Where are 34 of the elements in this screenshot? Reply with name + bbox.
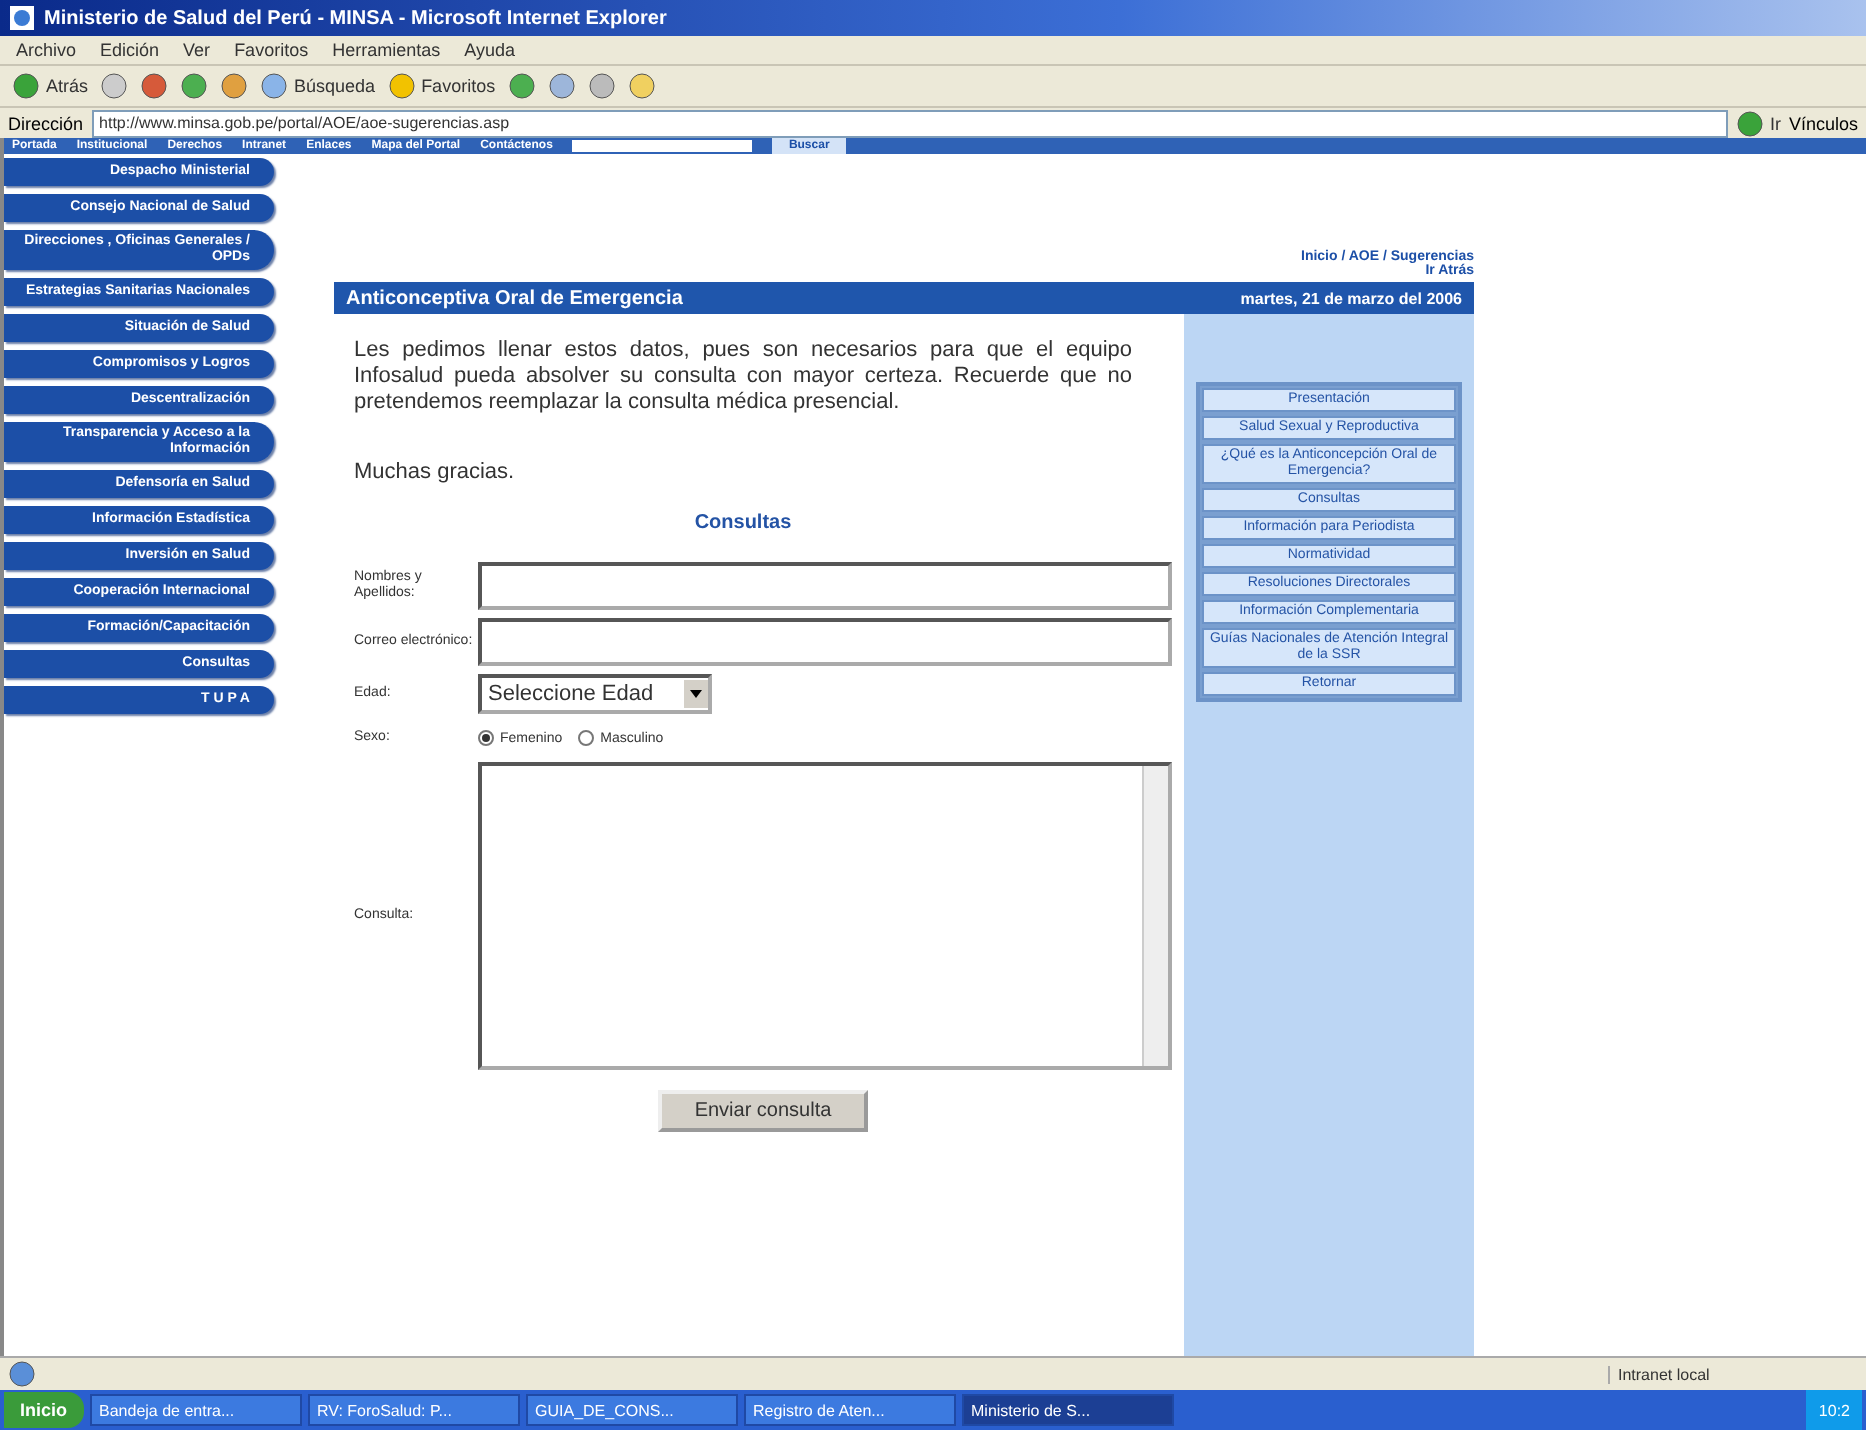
menu-item[interactable]: Favoritos [234, 40, 309, 60]
menu-item[interactable]: Herramientas [332, 40, 441, 60]
date-text: martes, 21 de marzo del 2006 [1240, 289, 1462, 307]
text-field[interactable] [478, 618, 1172, 666]
links-label[interactable]: Vínculos [1788, 113, 1858, 133]
menu-item[interactable]: Ayuda [464, 40, 515, 60]
text-field[interactable] [478, 562, 1172, 610]
search-button[interactable]: Búsqueda [260, 72, 376, 100]
go-button[interactable]: Ir [1735, 109, 1781, 137]
address-label: Dirección [8, 113, 84, 133]
browser-icon [8, 4, 36, 32]
intro-paragraph: Les pedimos llenar estos datos, pues son necesarios para que el equipo Infosalud pueda absolver su consulta con mayor certeza. Recuerde que no pretendemos reemplazar la consulta médica presencial. [354, 338, 1132, 416]
taskbar-item[interactable]: Bandeja de entra... [89, 1394, 302, 1426]
menu-item[interactable]: Ver [183, 40, 211, 60]
submit-button[interactable]: Enviar consulta [658, 1090, 868, 1132]
taskbar-item[interactable]: Registro de Aten... [743, 1394, 956, 1426]
section-title: Anticonceptiva Oral de Emergencia [346, 287, 683, 309]
form-title: Consultas [692, 512, 794, 534]
clock-text: 10:2 [1818, 1401, 1850, 1419]
menu-item[interactable]: Edición [100, 40, 160, 60]
favorites-button[interactable]: Favoritos [387, 72, 496, 100]
menu-item[interactable]: Archivo [16, 40, 77, 60]
zone-text: Intranet local [1608, 1365, 1858, 1383]
back-button[interactable]: Atrás [12, 72, 89, 100]
message-field[interactable] [478, 762, 1172, 1070]
taskbar-item[interactable]: Ministerio de S... [961, 1394, 1174, 1426]
age-dropdown[interactable]: Seleccione Edad [478, 674, 712, 714]
thanks-text: Muchas gracias. [354, 460, 517, 484]
taskbar-item[interactable]: GUIA_DE_CONS... [525, 1394, 738, 1426]
search-field[interactable] [572, 140, 753, 152]
address-field[interactable]: http://www.minsa.gob.pe/portal/AOE/aoe-sugerencias.asp [91, 109, 1728, 137]
start-button[interactable]: Inicio [4, 1392, 84, 1428]
window-title: Ministerio de Salud del Perú - MINSA - Microsoft Internet Explorer [44, 7, 669, 29]
taskbar-item[interactable]: RV: ForoSalud: P... [307, 1394, 520, 1426]
